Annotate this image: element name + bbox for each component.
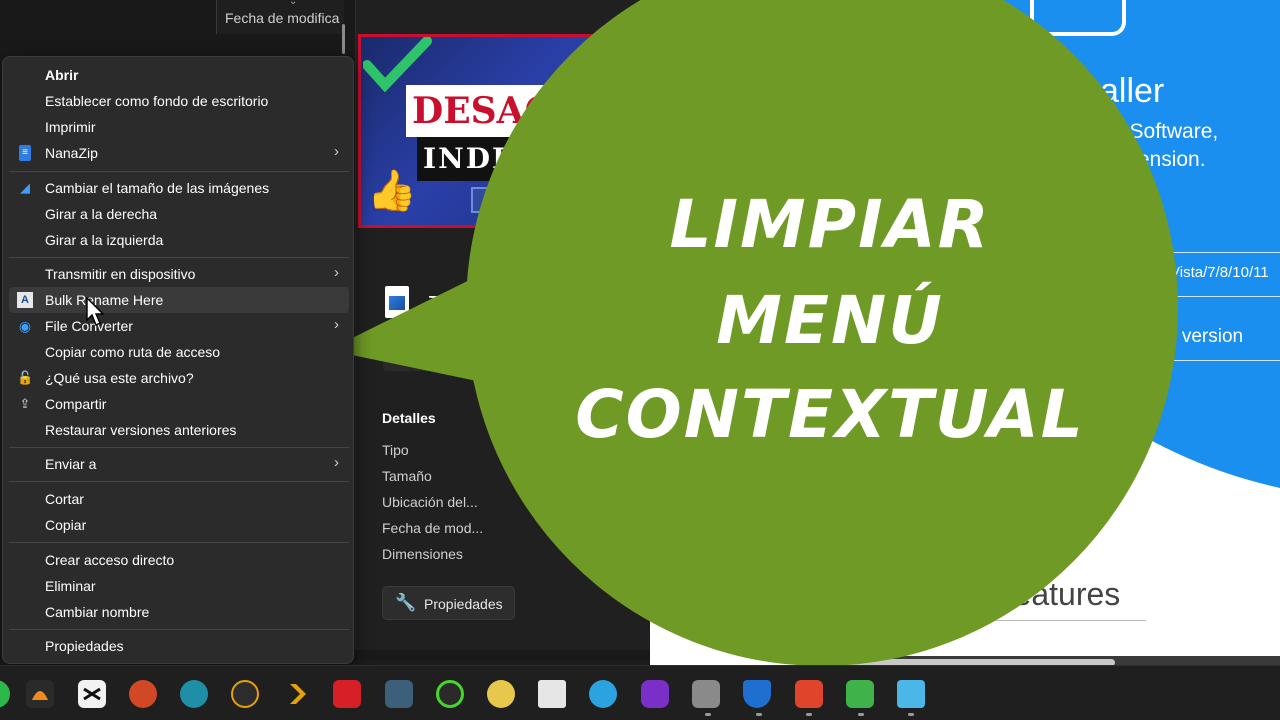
menu-item-copy[interactable]: Copiar <box>9 512 349 538</box>
emoji-app-icon[interactable] <box>487 680 515 708</box>
network-icon[interactable] <box>692 680 720 708</box>
chevron-right-icon: › <box>334 143 339 160</box>
powerpoint-icon[interactable] <box>129 680 157 708</box>
menu-item-cast-to-device[interactable]: Transmitir en dispositivo › <box>9 261 349 287</box>
running-indicator <box>806 713 812 716</box>
menu-item-rotate-right[interactable]: Girar a la derecha <box>9 201 349 227</box>
menu-separator <box>9 481 349 482</box>
chevron-right-icon: › <box>334 264 339 281</box>
plex-arrow-icon[interactable] <box>282 680 310 708</box>
menu-item-what-uses-file[interactable]: 🔓 ¿Qué usa este archivo? <box>9 365 349 391</box>
font-icon[interactable] <box>538 680 566 708</box>
bulk-rename-icon: A <box>17 292 33 308</box>
menu-item-copy-as-path[interactable]: Copiar como ruta de acceso <box>9 339 349 365</box>
menu-item-delete[interactable]: Eliminar <box>9 573 349 599</box>
capcut-glyph <box>83 687 101 701</box>
properties-button[interactable]: 🔧 Propiedades <box>382 586 515 620</box>
menu-separator <box>9 629 349 630</box>
menu-item-resize-images[interactable]: ◢ Cambiar el tamaño de las imágenes <box>9 175 349 201</box>
context-menu: Abrir Establecer como fondo de escritori… <box>2 56 354 664</box>
menu-item-set-wallpaper[interactable]: Establecer como fondo de escritorio <box>9 88 349 114</box>
running-indicator <box>756 713 762 716</box>
keyboard-app-icon[interactable] <box>180 680 208 708</box>
defender-icon[interactable] <box>743 680 771 708</box>
keyboard-icon[interactable] <box>385 680 413 708</box>
vr-icon[interactable] <box>641 680 669 708</box>
menu-separator <box>9 447 349 448</box>
camtasia-green-icon[interactable] <box>846 680 874 708</box>
menu-item-send-to[interactable]: Enviar a › <box>9 451 349 477</box>
detail-label-size: Tamaño <box>382 468 432 484</box>
detail-label-date: Fecha de mod... <box>382 520 484 536</box>
image-resizer-icon: ◢ <box>20 180 30 195</box>
nanazip-icon: ≡ <box>19 145 31 161</box>
chevron-right-icon: › <box>334 316 339 333</box>
version-link[interactable]: e version <box>1166 326 1243 348</box>
taskbar <box>0 665 1280 720</box>
file-converter-icon: ◉ <box>18 318 32 334</box>
menu-separator <box>9 257 349 258</box>
camera-app-icon[interactable] <box>333 680 361 708</box>
menu-item-properties[interactable]: Propiedades <box>9 633 349 659</box>
detail-label-dimensions: Dimensiones <box>382 546 463 562</box>
razer-icon[interactable] <box>436 680 464 708</box>
menu-item-print[interactable]: Imprimir <box>9 114 349 140</box>
mouse-cursor-icon <box>86 297 105 326</box>
wrench-icon: 🔧 <box>395 593 417 612</box>
menu-item-restore-versions[interactable]: Restaurar versiones anteriores <box>9 417 349 443</box>
menu-item-bulk-rename[interactable]: A Bulk Rename Here <box>9 287 349 313</box>
running-indicator <box>908 713 914 716</box>
lock-icon: 🔓 <box>17 370 34 385</box>
menu-item-cut[interactable]: Cortar <box>9 486 349 512</box>
menu-item-rotate-left[interactable]: Girar a la izquierda <box>9 227 349 253</box>
share-icon: ⇪ <box>19 396 31 411</box>
os-support-text: Vista/7/8/10/11 <box>1170 264 1269 281</box>
menu-item-file-converter[interactable]: ◉ File Converter › <box>9 313 349 339</box>
features-underline <box>970 620 1146 621</box>
plex-arrow-glyph <box>290 684 306 704</box>
running-indicator <box>705 713 711 716</box>
fl-studio-icon[interactable] <box>26 680 54 708</box>
fl-studio-glyph <box>32 691 48 700</box>
plex-icon[interactable] <box>231 680 259 708</box>
details-title: Detalles <box>382 410 436 426</box>
menu-item-create-shortcut[interactable]: Crear acceso directo <box>9 547 349 573</box>
recycle-bin-icon[interactable] <box>897 680 925 708</box>
overlay-line-1: LIMPIAR <box>669 186 991 263</box>
running-indicator <box>858 713 864 716</box>
overlay-line-3: CONTEXTUAL <box>575 376 1085 453</box>
menu-separator <box>9 171 349 172</box>
detail-label-type: Tipo <box>382 442 409 458</box>
menu-item-rename[interactable]: Cambiar nombre <box>9 599 349 625</box>
camtasia-red-icon[interactable] <box>795 680 823 708</box>
taskbar-app-edge[interactable] <box>0 680 10 708</box>
capcut-icon[interactable] <box>78 680 106 708</box>
menu-separator <box>9 542 349 543</box>
chevron-right-icon: › <box>334 454 339 471</box>
detail-label-location: Ubicación del... <box>382 494 478 510</box>
menu-item-open[interactable]: Abrir <box>9 62 349 88</box>
menu-item-nanazip[interactable]: ≡ NanaZip › <box>9 140 349 166</box>
telegram-icon[interactable] <box>589 680 617 708</box>
menu-item-share[interactable]: ⇪ Compartir <box>9 391 349 417</box>
overlay-line-2: MENÚ <box>716 282 944 359</box>
